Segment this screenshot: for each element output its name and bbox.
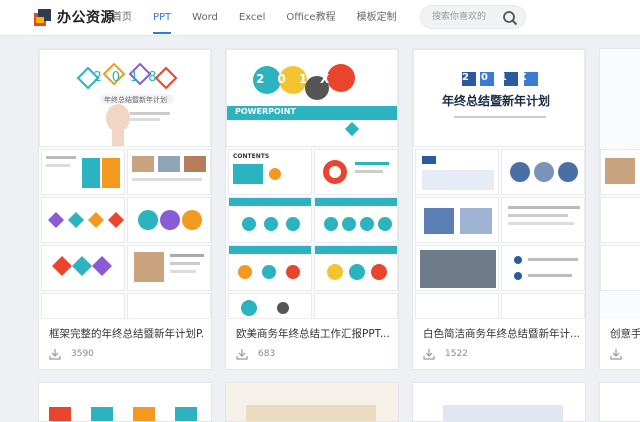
preview-slide-thumb bbox=[41, 149, 125, 195]
download-count: 1522 bbox=[423, 348, 468, 360]
download-count bbox=[610, 348, 632, 360]
site-logo[interactable]: 办公资源 bbox=[33, 5, 115, 29]
nav-template-custom[interactable]: 模板定制 bbox=[357, 0, 397, 36]
preview-slide-thumb bbox=[415, 197, 499, 243]
preview-slide-thumb bbox=[600, 149, 640, 195]
preview-contents-label: CONTENTS bbox=[233, 153, 270, 160]
download-count: 3590 bbox=[49, 348, 94, 360]
nav-ppt[interactable]: PPT bbox=[153, 0, 172, 36]
preview-slide-thumb bbox=[415, 245, 499, 291]
preview-slide-thumb: CONTENTS bbox=[228, 149, 312, 195]
preview-slide-thumb bbox=[415, 149, 499, 195]
logo-text: 办公资源 bbox=[57, 10, 115, 26]
preview-cover-slide: 201X 年终总结暨新年计划 bbox=[413, 49, 585, 147]
template-title[interactable]: 白色简洁商务年终总结暨新年计... bbox=[423, 326, 579, 341]
preview-slide-thumb bbox=[41, 293, 125, 319]
preview-banner: POWERPOINT bbox=[235, 107, 296, 116]
download-icon bbox=[610, 349, 622, 360]
preview-year: 2018 bbox=[93, 70, 167, 85]
preview-slide-thumb bbox=[127, 293, 211, 319]
preview-slide-thumb bbox=[228, 245, 312, 291]
preview-slide-thumb bbox=[41, 245, 125, 291]
template-title[interactable]: 欧美商务年终总结工作汇报PPT... bbox=[236, 326, 392, 341]
download-count-value: 3590 bbox=[71, 349, 94, 359]
preview-slide-thumb bbox=[314, 245, 398, 291]
search-input[interactable]: 搜索你喜欢的 bbox=[432, 6, 486, 28]
preview-slide-thumb bbox=[314, 293, 398, 319]
preview-slide-thumb bbox=[41, 197, 125, 243]
preview-slide-thumb bbox=[228, 293, 312, 319]
download-count-value: 683 bbox=[258, 349, 276, 359]
template-preview-image[interactable]: 201X POWERPOINT CONTENTS bbox=[226, 49, 398, 319]
preview-heading: 年终总结暨新年计划 bbox=[442, 94, 551, 108]
preview-cover-slide: 2018 年终总结暨新年计划 bbox=[39, 49, 211, 147]
preview-slide-thumb bbox=[228, 197, 312, 243]
template-card[interactable] bbox=[412, 382, 586, 422]
template-card[interactable] bbox=[225, 382, 399, 422]
template-title[interactable]: 创意手 bbox=[610, 326, 640, 341]
download-icon bbox=[49, 349, 61, 360]
template-card[interactable]: 2018 年终总结暨新年计划 框架完整的年终总结暨新年计划P... 3590 bbox=[38, 48, 212, 370]
preview-subtitle: 年终总结暨新年计划 bbox=[104, 96, 167, 104]
preview-cover-slide: 201X POWERPOINT bbox=[226, 49, 398, 147]
search-box[interactable]: 搜索你喜欢的 bbox=[420, 5, 526, 29]
preview-slide-thumb bbox=[127, 245, 211, 291]
preview-slide-thumb bbox=[501, 245, 585, 291]
nav-home[interactable]: 首页 bbox=[112, 0, 132, 36]
preview-slide-thumb bbox=[501, 149, 585, 195]
nav-word[interactable]: Word bbox=[192, 0, 218, 36]
main-nav: 首页 PPT Word Excel Office教程 模板定制 bbox=[112, 0, 418, 36]
preview-slide-thumb bbox=[501, 197, 585, 243]
preview-slide-thumb bbox=[127, 197, 211, 243]
template-card[interactable] bbox=[599, 382, 640, 422]
template-preview-image[interactable]: 201X 年终总结暨新年计划 bbox=[413, 49, 585, 319]
preview-slide-thumb bbox=[127, 149, 211, 195]
preview-slide-thumb bbox=[314, 197, 398, 243]
logo-mark-icon bbox=[33, 7, 53, 27]
preview-year: 201X bbox=[256, 72, 343, 86]
template-card[interactable]: 201X 年终总结暨新年计划 白色简洁商务年终总结暨新年计... 1522 bbox=[412, 48, 586, 370]
preview-slide-thumb bbox=[314, 149, 398, 195]
nav-excel[interactable]: Excel bbox=[239, 0, 266, 36]
download-icon bbox=[236, 349, 248, 360]
download-count: 683 bbox=[236, 348, 275, 360]
template-preview-image[interactable]: 2018 年终总结暨新年计划 bbox=[39, 49, 211, 319]
template-title[interactable]: 框架完整的年终总结暨新年计划P... bbox=[49, 326, 205, 341]
preview-slide-thumb bbox=[501, 293, 585, 319]
nav-office-tutorial[interactable]: Office教程 bbox=[286, 0, 335, 36]
preview-slide-thumb bbox=[600, 245, 640, 291]
template-card[interactable]: 201X POWERPOINT CONTENTS 欧美商务年终总结工作汇报PPT… bbox=[225, 48, 399, 370]
template-preview-image[interactable] bbox=[600, 49, 640, 319]
download-icon bbox=[423, 349, 435, 360]
download-count-value: 1522 bbox=[445, 349, 468, 359]
preview-slide-thumb bbox=[415, 293, 499, 319]
preview-year: 201X bbox=[462, 72, 539, 83]
template-card[interactable] bbox=[38, 382, 212, 422]
preview-slide-thumb bbox=[600, 197, 640, 243]
top-navigation-bar: 办公资源 首页 PPT Word Excel Office教程 模板定制 搜索你… bbox=[0, 0, 640, 36]
search-icon[interactable] bbox=[502, 10, 518, 26]
template-card[interactable]: 创意手 bbox=[599, 48, 640, 370]
